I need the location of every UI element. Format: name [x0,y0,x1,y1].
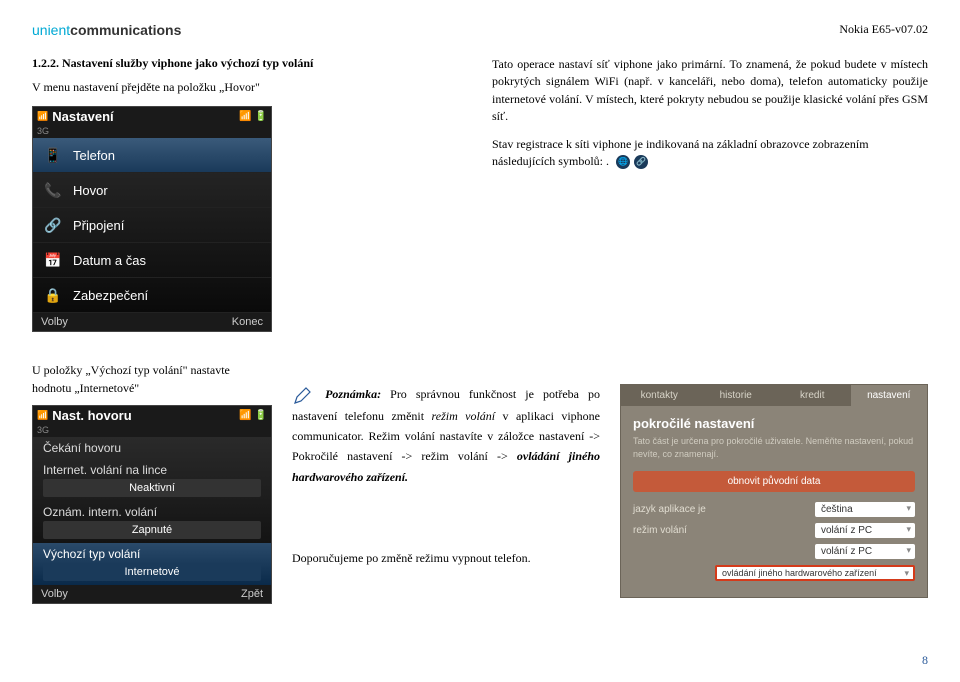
menu-item-hovor[interactable]: 📞 Hovor [33,173,271,208]
menu-label: Připojení [73,218,124,233]
call-menu-icon: 📞 [43,180,63,200]
menu-item-datum[interactable]: 📅 Datum a čas [33,243,271,278]
signal-icon: 📶 [37,111,48,122]
phone-screenshot-settings: 📶 Nastavení 📶 🔋 3G 📱 Telefon 📞 [32,106,272,332]
document-id: Nokia E65-v07.02 [839,22,928,37]
list-label: Čekání hovoru [43,441,261,455]
web-heading: pokročilé nastavení [633,416,915,431]
wifi-icon: 📶 [239,410,251,421]
list-label: Internet. volání na lince [43,463,261,477]
registration-symbol-2: 🔗 [634,155,648,169]
network-indicator: 3G [33,126,271,138]
pencil-icon [292,386,312,406]
caption-vychoz-typ: U položky „Výchozí typ volání" nastavte … [32,362,272,397]
phone-screenshot-call-settings: 📶 Nast. hovoru 📶 🔋 3G Čekání hovoru Inte… [32,405,272,604]
list-item-internet-volani[interactable]: Internet. volání na lince Neaktivní [33,459,271,501]
softkey-right[interactable]: Konec [232,316,263,328]
tab-kontakty[interactable]: kontakty [621,385,698,406]
field-label-jazyk: jazyk aplikace je [633,504,706,515]
select-jazyk[interactable]: čeština [815,502,915,517]
list-label: Oznám. intern. volání [43,505,261,519]
menu-item-zabezpeceni[interactable]: 🔒 Zabezpečení [33,278,271,313]
phone-menu-icon: 📱 [43,145,63,165]
explanation-paragraph-1: Tato operace nastaví síť viphone jako pr… [492,56,928,126]
web-description: Tato část je určena pro pokročilé uživat… [633,435,915,460]
section-heading: 1.2.2. Nastavení služby viphone jako výc… [32,56,462,71]
menu-label: Zabezpečení [73,288,148,303]
explanation-paragraph-2: Stav registrace k síti viphone je indiko… [492,136,928,171]
registration-symbol-1: 🌐 [616,155,630,169]
list-value: Neaktivní [43,479,261,497]
security-menu-icon: 🔒 [43,285,63,305]
list-item-cekani[interactable]: Čekání hovoru [33,437,271,459]
list-value: Internetové [43,563,261,581]
select-rezim-highlighted[interactable]: ovládání jiného hardwarového zařízení [715,565,915,581]
web-settings-panel: kontakty historie kredit nastavení pokro… [620,384,928,597]
calendar-menu-icon: 📅 [43,250,63,270]
menu-label: Datum a čas [73,253,146,268]
connection-menu-icon: 🔗 [43,215,63,235]
phone-title: Nastavení [52,109,113,124]
list-item-vychoz-typ[interactable]: Výchozí typ volání Internetové [33,543,271,585]
list-item-oznam[interactable]: Oznám. intern. volání Zapnuté [33,501,271,543]
menu-label: Telefon [73,148,115,163]
tab-kredit[interactable]: kredit [774,385,851,406]
list-label: Výchozí typ volání [43,547,261,561]
field-label-rezim: režim volání [633,525,687,536]
battery-icon: 🔋 [255,410,267,421]
list-value: Zapnuté [43,521,261,539]
company-logo: unientcommunications [32,22,181,38]
menu-item-pripojeni[interactable]: 🔗 Připojení [33,208,271,243]
signal-icon: 📶 [37,410,48,421]
select-rezim[interactable]: volání z PC [815,523,915,538]
section-intro: V menu nastavení přejděte na položku „Ho… [32,79,462,96]
menu-item-telefon[interactable]: 📱 Telefon [33,138,271,173]
menu-label: Hovor [73,183,108,198]
page-number: 8 [922,653,928,668]
tab-historie[interactable]: historie [698,385,775,406]
softkey-left[interactable]: Volby [41,588,68,600]
softkey-right[interactable]: Zpět [241,588,263,600]
select-rezim-option[interactable]: volání z PC [815,544,915,559]
note-paragraph: Poznámka: Pro správnou funkčnost je potř… [292,384,600,487]
softkey-left[interactable]: Volby [41,316,68,328]
phone-title: Nast. hovoru [52,408,131,423]
wifi-icon: 📶 [239,111,251,122]
tab-nastaveni[interactable]: nastavení [851,385,928,406]
battery-icon: 🔋 [255,111,267,122]
recommendation-text: Doporučujeme po změně režimu vypnout tel… [292,549,600,567]
network-indicator: 3G [33,425,271,437]
reset-button[interactable]: obnovit původní data [633,471,915,492]
